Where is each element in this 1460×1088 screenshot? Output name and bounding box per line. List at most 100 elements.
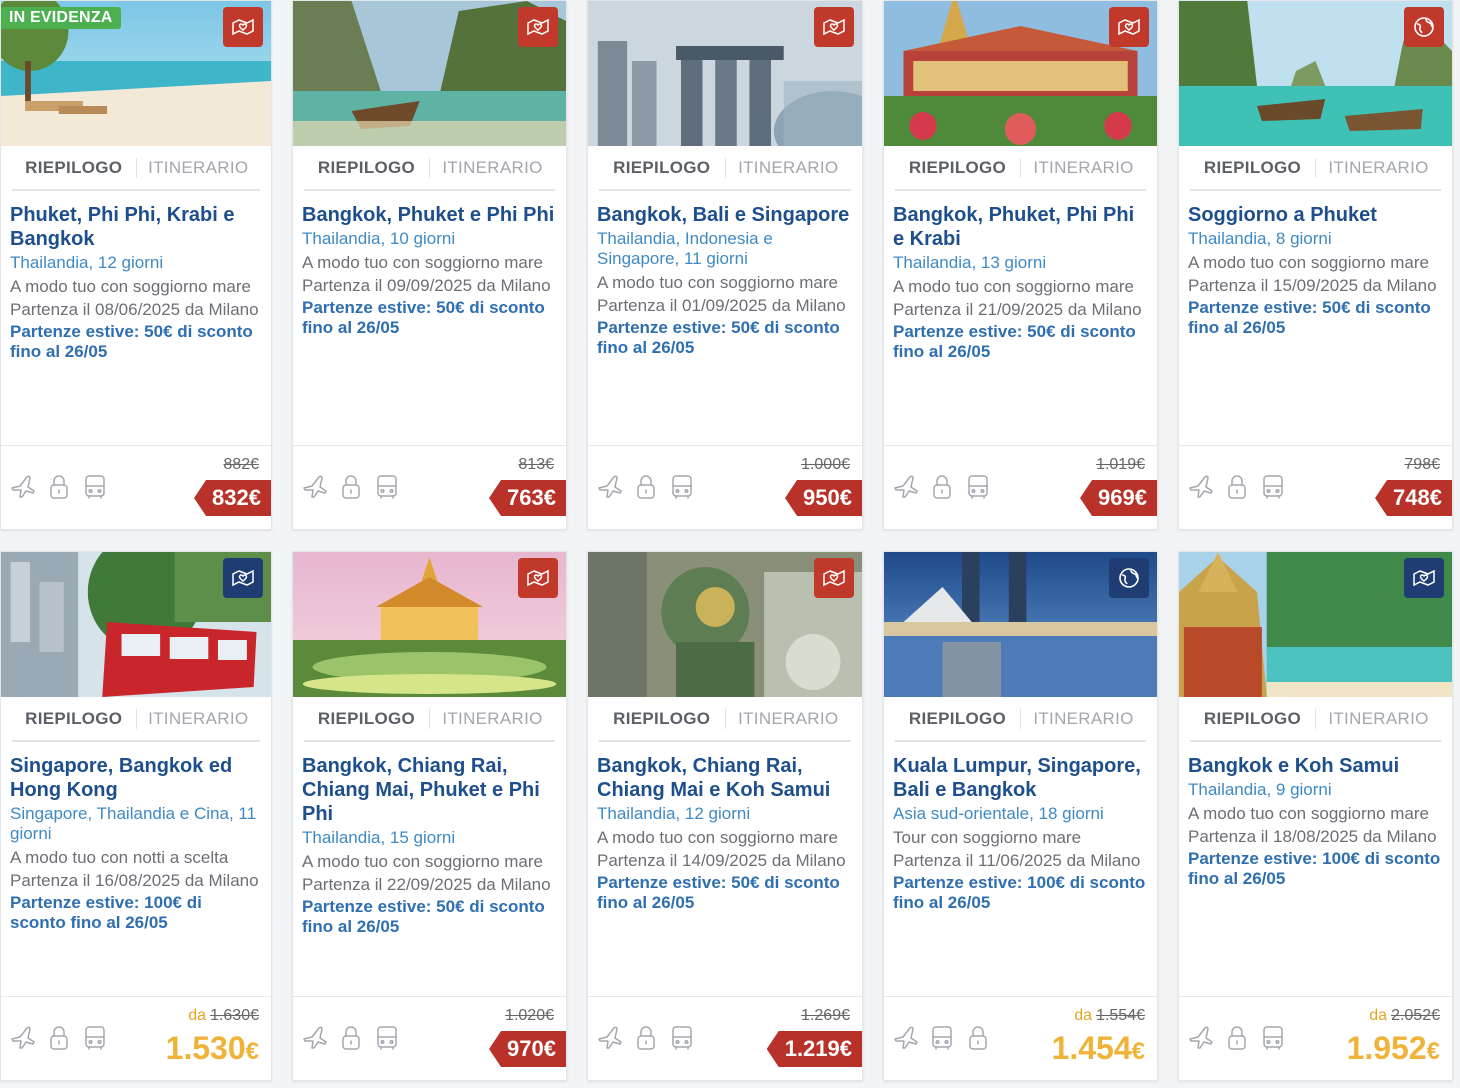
tab-summary[interactable]: RIEPILOGO bbox=[304, 158, 429, 178]
tab-summary[interactable]: RIEPILOGO bbox=[1190, 709, 1315, 729]
price-tag[interactable]: 832€ bbox=[194, 480, 271, 516]
offer-footer: 813€ 763€ bbox=[293, 445, 566, 529]
tab-summary[interactable]: RIEPILOGO bbox=[12, 158, 136, 178]
price-tag[interactable]: 748€ bbox=[1375, 480, 1452, 516]
offer-card[interactable]: RIEPILOGO ITINERARIO Bangkok e Koh Samui Th… bbox=[1178, 551, 1453, 1081]
tab-itinerary[interactable]: ITINERARIO bbox=[1020, 157, 1146, 178]
feature-icons bbox=[1187, 1024, 1287, 1057]
tab-itinerary[interactable]: ITINERARIO bbox=[1315, 708, 1441, 729]
tab-itinerary[interactable]: ITINERARIO bbox=[135, 157, 261, 178]
tab-summary[interactable]: RIEPILOGO bbox=[599, 158, 725, 178]
price-tag[interactable]: 950€ bbox=[785, 480, 862, 516]
offer-tabs: RIEPILOGO ITINERARIO bbox=[599, 146, 851, 191]
price-amount: 1.530 bbox=[165, 1030, 246, 1066]
offer-footer: da 2.052€ 1.952€ bbox=[1179, 996, 1452, 1080]
tab-itinerary[interactable]: ITINERARIO bbox=[1315, 157, 1441, 178]
offer-title[interactable]: Bangkok, Chiang Rai, Chiang Mai, Phuket … bbox=[302, 754, 557, 826]
offer-footer: 1.019€ 969€ bbox=[884, 445, 1157, 529]
old-price: 798€ bbox=[1404, 456, 1440, 473]
offer-title[interactable]: Bangkok, Phuket e Phi Phi bbox=[302, 203, 557, 227]
tab-itinerary[interactable]: ITINERARIO bbox=[1020, 708, 1146, 729]
offer-tabs: RIEPILOGO ITINERARIO bbox=[1190, 146, 1441, 191]
price-tag[interactable]: 763€ bbox=[489, 480, 566, 516]
old-price: 1.554€ bbox=[1096, 1007, 1145, 1024]
tab-itinerary[interactable]: ITINERARIO bbox=[429, 157, 555, 178]
offer-tabs: RIEPILOGO ITINERARIO bbox=[12, 146, 260, 191]
offer-image[interactable] bbox=[1, 552, 271, 697]
price-tag[interactable]: 970€ bbox=[489, 1031, 566, 1067]
offer-card[interactable]: RIEPILOGO ITINERARIO Bangkok, Phuket, Phi … bbox=[883, 0, 1158, 530]
offer-image[interactable] bbox=[884, 1, 1157, 146]
offer-destination: Singapore, Thailandia e Cina, 11 giorni bbox=[10, 804, 257, 843]
feature-icons bbox=[596, 473, 696, 506]
offer-promo: Partenze estive: 50€ di sconto fino al 2… bbox=[597, 873, 840, 912]
offer-description: A modo tuo con soggiorno mare bbox=[1188, 804, 1429, 823]
tab-summary[interactable]: RIEPILOGO bbox=[1190, 158, 1315, 178]
offer-tabs: RIEPILOGO ITINERARIO bbox=[895, 697, 1146, 742]
offer-card[interactable]: RIEPILOGO ITINERARIO Singapore, Bangkok ed… bbox=[0, 551, 272, 1081]
feature-icons bbox=[892, 1024, 992, 1057]
price-tag[interactable]: 1.219€ bbox=[766, 1031, 862, 1067]
lock-icon bbox=[632, 473, 660, 506]
lock-icon bbox=[1223, 1024, 1251, 1057]
bus-icon bbox=[81, 473, 109, 506]
plane-icon bbox=[301, 473, 329, 506]
offer-title[interactable]: Kuala Lumpur, Singapore, Bali e Bangkok bbox=[893, 754, 1148, 802]
offer-description: A modo tuo con soggiorno mare bbox=[597, 273, 838, 292]
offer-title[interactable]: Bangkok, Chiang Rai, Chiang Mai e Koh Sa… bbox=[597, 754, 853, 802]
price-from[interactable]: 1.952€ bbox=[1347, 1029, 1440, 1071]
offer-image[interactable] bbox=[588, 1, 862, 146]
tab-summary[interactable]: RIEPILOGO bbox=[12, 709, 136, 729]
map-heart-icon bbox=[814, 558, 854, 598]
offer-image[interactable] bbox=[588, 552, 862, 697]
offer-title[interactable]: Phuket, Phi Phi, Krabi e Bangkok bbox=[10, 203, 262, 251]
price-from[interactable]: 1.530€ bbox=[166, 1029, 259, 1071]
price-amount: 1.952 bbox=[1346, 1030, 1427, 1066]
offer-description: A modo tuo con soggiorno mare bbox=[302, 852, 543, 871]
offer-description: A modo tuo con soggiorno mare bbox=[302, 253, 543, 272]
offer-card[interactable]: RIEPILOGO ITINERARIO Bangkok, Bali e Singa… bbox=[587, 0, 863, 530]
offer-card[interactable]: RIEPILOGO ITINERARIO Kuala Lumpur, Singapo… bbox=[883, 551, 1158, 1081]
globe-icon bbox=[1109, 558, 1149, 598]
tab-itinerary[interactable]: ITINERARIO bbox=[429, 708, 555, 729]
price-tag[interactable]: 969€ bbox=[1080, 480, 1157, 516]
offer-title[interactable]: Singapore, Bangkok ed Hong Kong bbox=[10, 754, 262, 802]
offer-card[interactable]: RIEPILOGO ITINERARIO Bangkok, Chiang Rai, … bbox=[587, 551, 863, 1081]
offer-title[interactable]: Bangkok, Phuket, Phi Phi e Krabi bbox=[893, 203, 1148, 251]
plane-icon bbox=[1187, 1024, 1215, 1057]
lock-icon bbox=[337, 1024, 365, 1057]
tab-itinerary[interactable]: ITINERARIO bbox=[135, 708, 261, 729]
offer-image[interactable]: IN EVIDENZA bbox=[1, 1, 271, 146]
offer-image[interactable] bbox=[293, 1, 566, 146]
offer-card[interactable]: RIEPILOGO ITINERARIO Soggiorno a Phuket Tha… bbox=[1178, 0, 1453, 530]
offer-image[interactable] bbox=[293, 552, 566, 697]
plane-icon bbox=[1187, 473, 1215, 506]
offer-card[interactable]: RIEPILOGO ITINERARIO Bangkok, Phuket e Phi… bbox=[292, 0, 567, 530]
lock-icon bbox=[45, 1024, 73, 1057]
price-from[interactable]: 1.454€ bbox=[1052, 1029, 1145, 1071]
offer-title[interactable]: Bangkok e Koh Samui bbox=[1188, 754, 1443, 778]
offer-title[interactable]: Bangkok, Bali e Singapore bbox=[597, 203, 853, 227]
feature-icons bbox=[892, 473, 992, 506]
map-heart-icon bbox=[1109, 7, 1149, 47]
tab-summary[interactable]: RIEPILOGO bbox=[599, 709, 725, 729]
offer-destination: Thailandia, 9 giorni bbox=[1188, 780, 1332, 799]
lock-icon bbox=[632, 1024, 660, 1057]
offer-image[interactable] bbox=[884, 552, 1157, 697]
feature-icons bbox=[9, 1024, 109, 1057]
offer-promo: Partenze estive: 100€ di sconto fino al … bbox=[10, 893, 202, 932]
old-price: 1.000€ bbox=[801, 456, 850, 473]
offer-image[interactable] bbox=[1179, 1, 1452, 146]
offer-card[interactable]: IN EVIDENZA RIEPILOGO ITINERARIO Phuket, Ph… bbox=[0, 0, 272, 530]
tab-itinerary[interactable]: ITINERARIO bbox=[724, 157, 852, 178]
offer-tabs: RIEPILOGO ITINERARIO bbox=[599, 697, 851, 742]
tab-summary[interactable]: RIEPILOGO bbox=[895, 158, 1020, 178]
tab-itinerary[interactable]: ITINERARIO bbox=[724, 708, 852, 729]
offer-image[interactable] bbox=[1179, 552, 1452, 697]
offer-card[interactable]: RIEPILOGO ITINERARIO Bangkok, Chiang Rai, … bbox=[292, 551, 567, 1081]
map-heart-icon bbox=[814, 7, 854, 47]
offer-title[interactable]: Soggiorno a Phuket bbox=[1188, 203, 1443, 227]
tab-summary[interactable]: RIEPILOGO bbox=[304, 709, 429, 729]
offer-departure: Partenza il 18/08/2025 da Milano bbox=[1188, 827, 1437, 846]
tab-summary[interactable]: RIEPILOGO bbox=[895, 709, 1020, 729]
